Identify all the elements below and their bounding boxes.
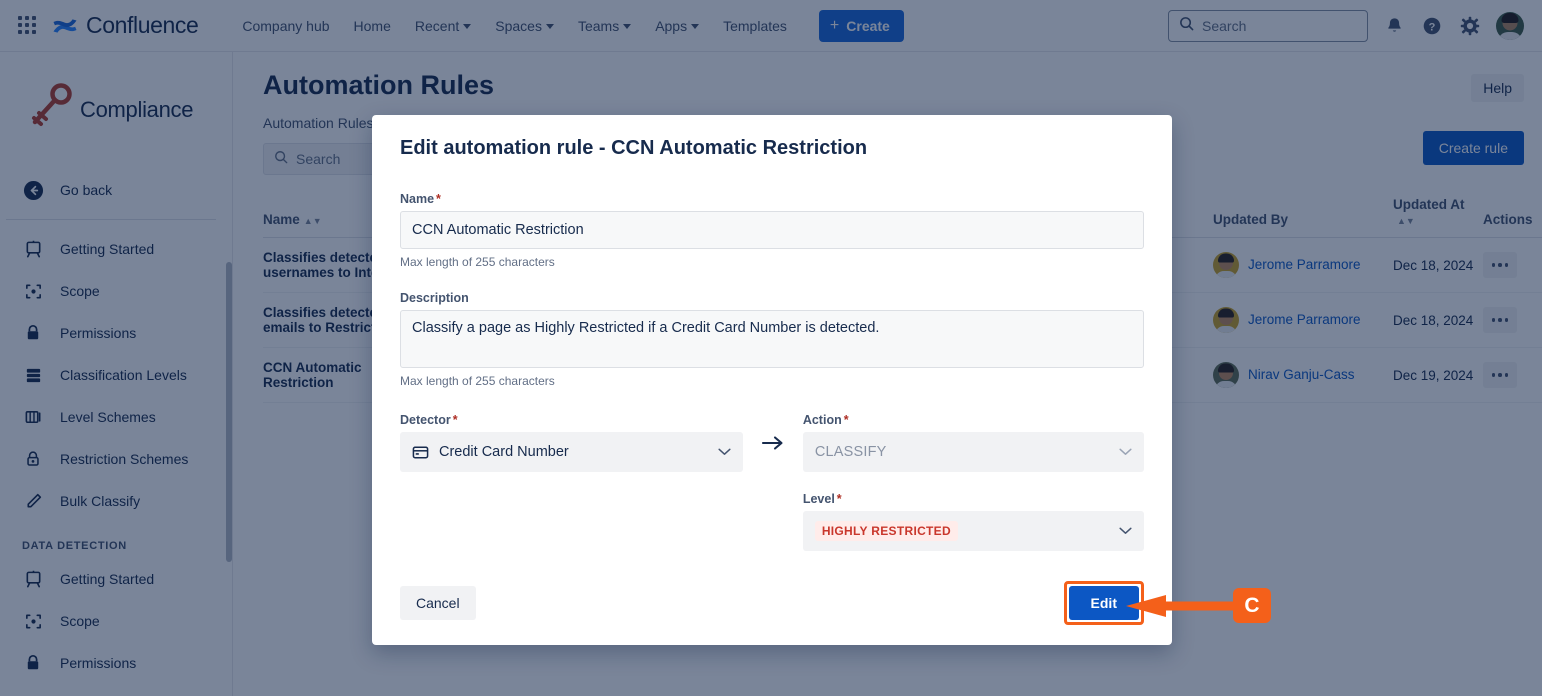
action-level-column: Action* CLASSIFY Level* HIGHLY RESTRIC bbox=[803, 413, 1144, 551]
name-input[interactable]: CCN Automatic Restriction bbox=[400, 211, 1144, 249]
name-label: Name* bbox=[400, 192, 1144, 206]
name-label-text: Name bbox=[400, 192, 434, 206]
cancel-button[interactable]: Cancel bbox=[400, 586, 476, 620]
chevron-down-icon bbox=[718, 445, 731, 459]
chevron-down-icon bbox=[1119, 524, 1132, 538]
level-badge: HIGHLY RESTRICTED bbox=[815, 521, 958, 541]
action-value: CLASSIFY bbox=[815, 444, 887, 460]
level-select[interactable]: HIGHLY RESTRICTED bbox=[803, 511, 1144, 551]
level-label-text: Level bbox=[803, 492, 835, 506]
detector-field-group: Detector* Credit Card Number bbox=[400, 413, 743, 472]
chevron-down-icon bbox=[1119, 445, 1132, 459]
required-marker: * bbox=[844, 413, 849, 427]
required-marker: * bbox=[436, 192, 441, 206]
description-value: Classify a page as Highly Restricted if … bbox=[412, 320, 879, 336]
detector-select[interactable]: Credit Card Number bbox=[400, 432, 743, 472]
required-marker: * bbox=[453, 413, 458, 427]
annotation-arrow bbox=[1126, 595, 1242, 617]
action-label-text: Action bbox=[803, 413, 842, 427]
description-label: Description bbox=[400, 291, 1144, 305]
credit-card-icon bbox=[412, 444, 429, 461]
name-input-value: CCN Automatic Restriction bbox=[412, 222, 584, 238]
arrow-right-icon bbox=[743, 413, 803, 453]
description-textarea[interactable]: Classify a page as Highly Restricted if … bbox=[400, 310, 1144, 368]
action-select: CLASSIFY bbox=[803, 432, 1144, 472]
level-field-group: Level* HIGHLY RESTRICTED bbox=[803, 492, 1144, 551]
level-label: Level* bbox=[803, 492, 1144, 506]
detector-label-text: Detector bbox=[400, 413, 451, 427]
description-field-group: Description Classify a page as Highly Re… bbox=[400, 291, 1144, 388]
annotation-badge-label: C bbox=[1244, 594, 1259, 618]
detector-label: Detector* bbox=[400, 413, 743, 427]
edit-automation-rule-modal: Edit automation rule - CCN Automatic Res… bbox=[372, 115, 1172, 645]
name-help-text: Max length of 255 characters bbox=[400, 255, 1144, 269]
required-marker: * bbox=[837, 492, 842, 506]
annotation-badge-c: C bbox=[1233, 588, 1271, 623]
description-help-text: Max length of 255 characters bbox=[400, 374, 1144, 388]
action-label: Action* bbox=[803, 413, 1144, 427]
action-field-group: Action* CLASSIFY bbox=[803, 413, 1144, 472]
modal-title: Edit automation rule - CCN Automatic Res… bbox=[400, 115, 1144, 160]
modal-footer: Cancel Edit bbox=[400, 581, 1144, 625]
detector-value: Credit Card Number bbox=[439, 444, 569, 460]
detector-action-row: Detector* Credit Card Number bbox=[400, 413, 1144, 551]
name-field-group: Name* CCN Automatic Restriction Max leng… bbox=[400, 192, 1144, 269]
